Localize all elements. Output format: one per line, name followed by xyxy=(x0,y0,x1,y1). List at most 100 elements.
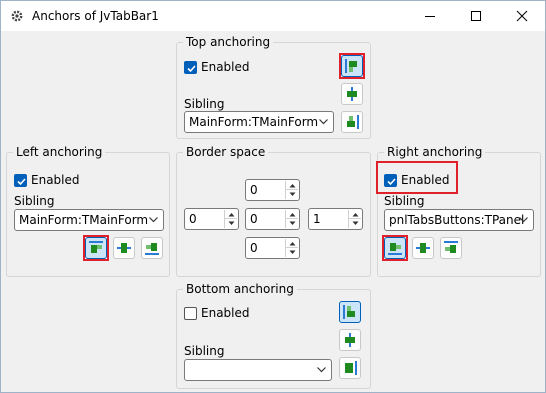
right-sibling-label: Sibling xyxy=(384,194,425,208)
top-anchoring-title: Top anchoring xyxy=(183,35,274,49)
right-anchoring-title: Right anchoring xyxy=(384,145,486,159)
maximize-button[interactable] xyxy=(453,1,499,31)
minimize-button[interactable] xyxy=(407,1,453,31)
bottom-anchor-bottom-button[interactable] xyxy=(339,357,361,379)
top-anchor-center-button[interactable] xyxy=(341,83,363,105)
anchor-top-icon xyxy=(345,59,357,73)
spin-down-button[interactable] xyxy=(286,219,298,228)
left-enabled-checkbox[interactable] xyxy=(14,174,27,187)
chevron-down-icon xyxy=(289,192,296,196)
border-top-spinner[interactable]: 0 xyxy=(245,179,300,201)
minimize-icon xyxy=(425,16,435,17)
left-sibling-combobox[interactable]: MainForm:TMainForm xyxy=(14,209,164,231)
left-anchor-left-button[interactable] xyxy=(85,237,107,259)
bottom-sibling-combobox[interactable] xyxy=(184,359,332,381)
spin-up-button[interactable] xyxy=(225,210,237,219)
chevron-up-icon xyxy=(289,213,296,217)
gear-icon xyxy=(11,10,23,22)
border-center-spinner[interactable]: 0 xyxy=(245,208,300,230)
bottom-anchor-center-button[interactable] xyxy=(339,329,361,351)
chevron-up-icon xyxy=(228,213,235,217)
spinner-arrows xyxy=(285,210,298,228)
anchor-center-icon xyxy=(345,333,355,347)
chevron-up-icon xyxy=(289,184,296,188)
top-enabled-label: Enabled xyxy=(201,60,250,74)
checkmark-icon xyxy=(187,65,196,73)
spinner-arrows xyxy=(285,181,298,199)
checkmark-icon xyxy=(387,178,396,186)
left-anchoring-title: Left anchoring xyxy=(13,145,106,159)
top-enabled-checkbox[interactable] xyxy=(184,61,197,74)
window-title: Anchors of JvTabBar1 xyxy=(32,9,159,23)
border-center-value: 0 xyxy=(250,212,258,226)
right-anchor-center-button[interactable] xyxy=(412,237,434,259)
anchor-center-icon xyxy=(416,243,430,253)
chevron-down-icon xyxy=(228,221,235,225)
close-button[interactable] xyxy=(499,1,545,31)
checkmark-icon xyxy=(17,178,26,186)
spinner-arrows xyxy=(224,210,237,228)
right-anchor-left-button[interactable] xyxy=(384,237,406,259)
spin-up-button[interactable] xyxy=(286,210,298,219)
top-sibling-label: Sibling xyxy=(184,97,225,111)
right-sibling-combobox[interactable]: pnlTabsButtons:TPanel xyxy=(384,209,534,231)
top-sibling-combobox[interactable]: MainForm:TMainForm xyxy=(184,111,334,133)
bottom-anchor-top-button[interactable] xyxy=(339,301,361,323)
border-right-spinner[interactable]: 1 xyxy=(308,208,363,230)
maximize-icon xyxy=(471,11,481,21)
border-bottom-spinner[interactable]: 0 xyxy=(245,237,300,259)
chevron-down-icon xyxy=(289,250,296,254)
spin-down-button[interactable] xyxy=(225,219,237,228)
close-icon xyxy=(516,10,528,22)
anchor-left-icon xyxy=(89,241,103,253)
anchor-bottom-icon xyxy=(345,361,357,375)
bottom-enabled-checkbox[interactable] xyxy=(184,307,197,320)
spin-up-button[interactable] xyxy=(286,239,298,248)
dialog-window: Anchors of JvTabBar1 Top anchoring Enabl… xyxy=(0,0,546,393)
bottom-anchoring-title: Bottom anchoring xyxy=(183,282,297,296)
border-space-title: Border space xyxy=(183,145,269,159)
left-sibling-value: MainForm:TMainForm xyxy=(19,213,149,227)
chevron-down-icon xyxy=(289,221,296,225)
anchor-center-icon xyxy=(347,87,357,101)
spin-up-button[interactable] xyxy=(286,181,298,190)
bottom-enabled-label: Enabled xyxy=(201,306,250,320)
chevron-down-icon xyxy=(317,367,326,373)
border-top-value: 0 xyxy=(250,183,258,197)
spinner-arrows xyxy=(348,210,361,228)
anchor-bottom-icon xyxy=(347,115,359,129)
left-anchor-right-button[interactable] xyxy=(141,237,163,259)
chevron-up-icon xyxy=(352,213,359,217)
spin-up-button[interactable] xyxy=(349,210,361,219)
anchor-right-icon xyxy=(444,241,458,253)
border-bottom-value: 0 xyxy=(250,241,258,255)
top-anchor-bottom-button[interactable] xyxy=(341,111,363,133)
anchor-left-icon xyxy=(388,243,402,255)
title-bar: Anchors of JvTabBar1 xyxy=(1,1,545,31)
right-anchor-right-button[interactable] xyxy=(440,237,462,259)
chevron-down-icon xyxy=(352,221,359,225)
anchor-top-icon xyxy=(343,305,355,319)
chevron-up-icon xyxy=(289,242,296,246)
left-enabled-label: Enabled xyxy=(31,173,80,187)
right-sibling-value: pnlTabsButtons:TPanel xyxy=(389,213,525,227)
top-anchor-top-button[interactable] xyxy=(341,55,363,77)
left-anchor-center-button[interactable] xyxy=(113,237,135,259)
right-enabled-checkbox[interactable] xyxy=(384,174,397,187)
chevron-down-icon xyxy=(149,217,158,223)
spin-down-button[interactable] xyxy=(349,219,361,228)
spin-down-button[interactable] xyxy=(286,190,298,199)
border-left-value: 0 xyxy=(189,212,197,226)
spin-down-button[interactable] xyxy=(286,248,298,257)
anchor-right-icon xyxy=(145,243,159,255)
border-right-value: 1 xyxy=(313,212,321,226)
bottom-sibling-label: Sibling xyxy=(184,344,225,358)
spinner-arrows xyxy=(285,239,298,257)
top-sibling-value: MainForm:TMainForm xyxy=(189,115,319,129)
chevron-down-icon xyxy=(519,217,528,223)
left-sibling-label: Sibling xyxy=(14,194,55,208)
border-left-spinner[interactable]: 0 xyxy=(184,208,239,230)
anchor-center-icon xyxy=(117,243,131,253)
chevron-down-icon xyxy=(319,119,328,125)
right-enabled-label: Enabled xyxy=(401,173,450,187)
